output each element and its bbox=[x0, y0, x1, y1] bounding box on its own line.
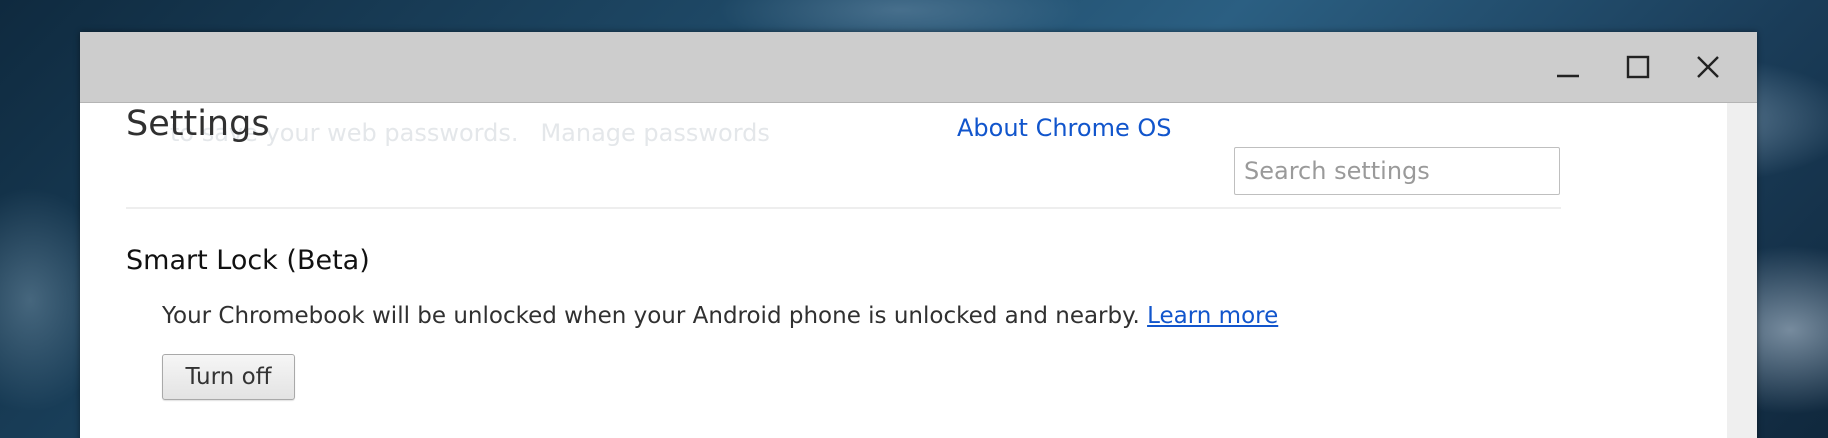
ghost-manage-passwords-link: Manage passwords bbox=[540, 119, 770, 147]
minimize-button[interactable] bbox=[1547, 46, 1589, 88]
turn-off-button[interactable]: Turn off bbox=[162, 354, 295, 400]
learn-more-link[interactable]: Learn more bbox=[1147, 303, 1278, 329]
search-settings-input[interactable] bbox=[1234, 147, 1560, 195]
page-title: Settings bbox=[126, 104, 270, 144]
maximize-icon bbox=[1626, 55, 1650, 79]
maximize-button[interactable] bbox=[1617, 46, 1659, 88]
scrollbar-track[interactable] bbox=[1727, 103, 1757, 438]
smart-lock-description-text: Your Chromebook will be unlocked when yo… bbox=[162, 303, 1140, 329]
window-titlebar[interactable] bbox=[80, 32, 1757, 103]
close-icon bbox=[1697, 56, 1719, 78]
settings-window: to save your web passwords. Manage passwo… bbox=[80, 32, 1757, 438]
about-chrome-os-link[interactable]: About Chrome OS bbox=[957, 114, 1171, 142]
header-divider bbox=[126, 207, 1561, 209]
smart-lock-description: Your Chromebook will be unlocked when yo… bbox=[162, 303, 1278, 329]
close-button[interactable] bbox=[1687, 46, 1729, 88]
smart-lock-section-title: Smart Lock (Beta) bbox=[126, 245, 370, 276]
minimize-icon bbox=[1557, 74, 1579, 78]
